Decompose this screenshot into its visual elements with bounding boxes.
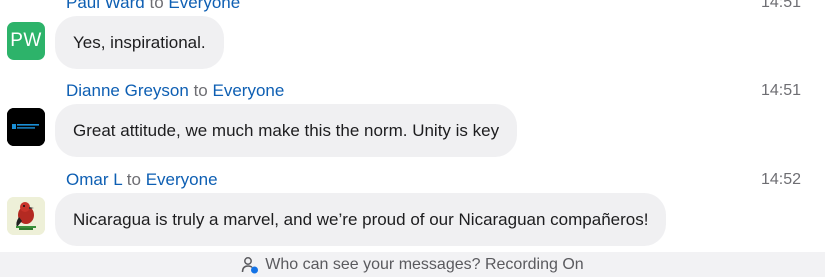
bird-image [7, 197, 45, 235]
recipient-name[interactable]: Everyone [213, 81, 285, 100]
to-label: to [126, 170, 141, 189]
avatar: PW [7, 22, 45, 60]
message-time: 14:51 [760, 82, 801, 99]
sender-name[interactable]: Dianne Greyson [66, 81, 189, 100]
sender-name[interactable]: Omar L [66, 170, 122, 189]
chat-panel: Paul Ward to Everyone 14:51 PW Yes, insp… [0, 0, 825, 277]
message-bubble: Great attitude, we much make this the no… [55, 104, 518, 157]
to-label: to [149, 0, 164, 12]
recipient-name[interactable]: Everyone [168, 0, 240, 12]
message-bubble: Yes, inspirational. [55, 16, 224, 69]
sender-name[interactable]: Paul Ward [66, 0, 145, 12]
message-header: Omar L to Everyone [66, 170, 218, 190]
avatar [7, 197, 45, 235]
message-time: 14:51 [760, 0, 801, 11]
message-time: 14:52 [760, 171, 801, 188]
visibility-notice-text: Who can see your messages? Recording On [265, 255, 584, 273]
visibility-notice[interactable]: Who can see your messages? Recording On [0, 252, 825, 277]
message-header: Dianne Greyson to Everyone [66, 81, 284, 101]
message-header: Paul Ward to Everyone [66, 0, 240, 13]
avatar [7, 108, 45, 146]
to-label: to [193, 81, 208, 100]
message-text: Nicaragua is truly a marvel, and we’re p… [73, 209, 649, 229]
recipient-name[interactable]: Everyone [146, 170, 218, 189]
avatar-initials: PW [10, 30, 42, 51]
message-text: Yes, inspirational. [73, 32, 206, 52]
people-lock-icon [242, 256, 259, 273]
message-bubble: Nicaragua is truly a marvel, and we’re p… [55, 193, 667, 246]
message-text: Great attitude, we much make this the no… [73, 120, 500, 140]
logo-image [7, 108, 45, 146]
